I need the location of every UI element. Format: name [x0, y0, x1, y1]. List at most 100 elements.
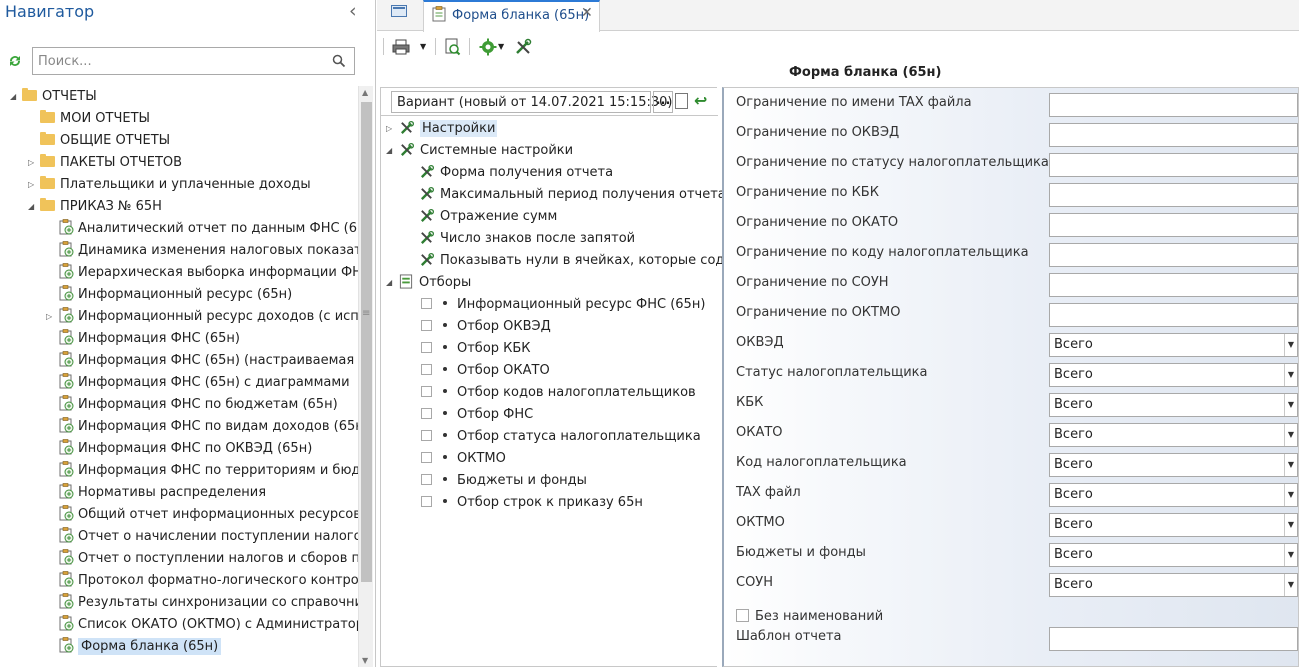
filter-item[interactable]: Бюджеты и фонды	[421, 470, 587, 492]
filter-checkbox[interactable]	[421, 430, 432, 441]
parameter-select[interactable]: Всего ▼	[1049, 513, 1298, 537]
restriction-input[interactable]	[1049, 213, 1298, 237]
settings-item[interactable]: ◢ Отборы	[386, 272, 471, 294]
tree-report-item[interactable]: Динамика изменения налоговых показателей	[58, 240, 358, 262]
parameter-select[interactable]: Всего ▼	[1049, 483, 1298, 507]
filter-item[interactable]: Отбор статуса налогоплательщика	[421, 426, 701, 448]
filter-item[interactable]: Отбор ОКВЭД	[421, 316, 551, 338]
expand-arrow-icon[interactable]: ◢	[28, 196, 34, 218]
settings-item[interactable]: Отражение сумм	[419, 206, 557, 228]
tree-report-item[interactable]: Иерархическая выборка информации ФНС (6	[58, 262, 358, 284]
tree-report-item[interactable]: Список ОКАТО (ОКТМО) с Администраторам	[58, 614, 358, 636]
dropdown-arrow-icon[interactable]: ▼	[1284, 544, 1297, 566]
expand-arrow-icon[interactable]: ◢	[386, 140, 392, 162]
filter-item[interactable]: Отбор кодов налогоплательщиков	[421, 382, 696, 404]
template-input[interactable]	[1049, 627, 1298, 651]
dropdown-arrow-icon[interactable]: ▼	[1284, 364, 1297, 386]
no-names-checkbox[interactable]: Без наименований	[736, 609, 883, 624]
restriction-input[interactable]	[1049, 273, 1298, 297]
print-icon[interactable]	[391, 37, 411, 57]
filter-item[interactable]: Отбор КБК	[421, 338, 531, 360]
filter-checkbox[interactable]	[421, 298, 432, 309]
settings-item[interactable]: Число знаков после запятой	[419, 228, 635, 250]
close-icon[interactable]: ✕	[581, 5, 593, 21]
restriction-input[interactable]	[1049, 153, 1298, 177]
dropdown-arrow-icon[interactable]: ▼	[1284, 424, 1297, 446]
tree-report-item[interactable]: Информация ФНС по видам доходов (65н)	[58, 416, 358, 438]
filter-checkbox[interactable]	[421, 496, 432, 507]
tree-report-item[interactable]: Информация ФНС по ОКВЭД (65н)	[58, 438, 312, 460]
tree-folder[interactable]: МОИ ОТЧЕТЫ	[40, 108, 150, 130]
tree-report-item[interactable]: Нормативы распределения	[58, 482, 266, 504]
restriction-input[interactable]	[1049, 243, 1298, 267]
variant-select-button[interactable]: ...	[653, 91, 673, 113]
tree-folder[interactable]: ОБЩИЕ ОТЧЕТЫ	[40, 130, 170, 152]
parameter-select[interactable]: Всего ▼	[1049, 573, 1298, 597]
filter-item[interactable]: Отбор строк к приказу 65н	[421, 492, 643, 514]
filter-checkbox[interactable]	[421, 342, 432, 353]
parameter-select[interactable]: Всего ▼	[1049, 333, 1298, 357]
parameter-select[interactable]: Всего ▼	[1049, 543, 1298, 567]
tree-report-item[interactable]: Результаты синхронизации со справочникам…	[58, 592, 358, 614]
tree-report-item[interactable]: Информация ФНС по бюджетам (65н)	[58, 394, 338, 416]
tree-report-item[interactable]: Аналитический отчет по данным ФНС (65н)	[58, 218, 358, 240]
settings-gear-icon[interactable]	[478, 37, 498, 57]
filter-checkbox[interactable]	[421, 474, 432, 485]
dropdown-arrow-icon[interactable]: ▼	[1284, 484, 1297, 506]
dropdown-arrow-icon[interactable]: ▼	[1284, 394, 1297, 416]
checkbox-box[interactable]	[736, 609, 749, 622]
dropdown-arrow-icon[interactable]: ▼	[1284, 334, 1297, 356]
scroll-up-icon[interactable]: ▲	[362, 88, 368, 97]
collapse-arrow-icon[interactable]: ▷	[386, 118, 392, 140]
filter-item[interactable]: Отбор ОКАТО	[421, 360, 550, 382]
tools-icon[interactable]	[513, 37, 533, 57]
export-icon[interactable]	[442, 37, 462, 57]
tree-report-item[interactable]: Отчет о поступлении налогов и сборов по …	[58, 548, 358, 570]
parameter-select[interactable]: Всего ▼	[1049, 453, 1298, 477]
collapse-arrow-icon[interactable]: ▷	[28, 152, 34, 174]
dropdown-arrow-icon[interactable]: ▼	[1284, 514, 1297, 536]
chevron-left-icon[interactable]: ‹	[349, 0, 357, 22]
tab-home[interactable]	[377, 0, 422, 31]
tree-folder[interactable]: ▷ Плательщики и уплаченные доходы	[28, 174, 311, 196]
tree-report-item[interactable]: Общий отчет информационных ресурсов дох	[58, 504, 358, 526]
new-document-icon[interactable]	[675, 93, 688, 109]
scroll-down-icon[interactable]: ▼	[362, 656, 368, 665]
tree-report-item[interactable]: Информация ФНС по территориям и бюджет	[58, 460, 358, 482]
scrollbar-thumb[interactable]	[361, 102, 372, 582]
tree-folder[interactable]: ◢ ПРИКАЗ № 65Н	[28, 196, 162, 218]
settings-item[interactable]: Форма получения отчета	[419, 162, 613, 184]
filter-item[interactable]: Отбор ФНС	[421, 404, 533, 426]
parameter-select[interactable]: Всего ▼	[1049, 393, 1298, 417]
filter-checkbox[interactable]	[421, 320, 432, 331]
settings-item[interactable]: Показывать нули в ячейках, которые соде	[419, 250, 732, 272]
dropdown-arrow-icon[interactable]: ▼	[1284, 454, 1297, 476]
tree-report-item[interactable]: Отчет о начислении поступлении налогов, …	[58, 526, 358, 548]
filter-item[interactable]: Информационный ресурс ФНС (65н)	[421, 294, 705, 316]
undo-arrow-icon[interactable]: ↩	[694, 91, 707, 110]
settings-item[interactable]: ▷ Настройки	[386, 118, 498, 140]
tree-report-item[interactable]: Форма бланка (65н)	[58, 636, 222, 658]
variant-field[interactable]: Вариант (новый от 14.07.2021 15:15:30)	[391, 91, 672, 113]
collapse-arrow-icon[interactable]: ▷	[28, 174, 34, 196]
print-dropdown-icon[interactable]: ▼	[420, 42, 426, 62]
filter-checkbox[interactable]	[421, 364, 432, 375]
tree-report-item[interactable]: ▷ Информационный ресурс доходов (с исполь…	[46, 306, 358, 328]
settings-dropdown-icon[interactable]: ▼	[498, 42, 504, 62]
tree-scrollbar[interactable]: ▲ ≡ ▼	[358, 86, 373, 667]
tree-folder[interactable]: ▷ ПАКЕТЫ ОТЧЕТОВ	[28, 152, 182, 174]
tab-form-blank[interactable]: Форма бланка (65н) ✕	[423, 0, 600, 32]
search-icon[interactable]	[332, 54, 346, 68]
restriction-input[interactable]	[1049, 303, 1298, 327]
dropdown-arrow-icon[interactable]: ▼	[1284, 574, 1297, 596]
restriction-input[interactable]	[1049, 123, 1298, 147]
expand-arrow-icon[interactable]: ◢	[10, 86, 16, 108]
restriction-input[interactable]	[1049, 93, 1298, 117]
filter-item[interactable]: ОКТМО	[421, 448, 506, 470]
filter-checkbox[interactable]	[421, 452, 432, 463]
parameter-select[interactable]: Всего ▼	[1049, 363, 1298, 387]
settings-item[interactable]: ◢ Системные настройки	[386, 140, 573, 162]
collapse-arrow-icon[interactable]: ▷	[46, 306, 52, 328]
expand-arrow-icon[interactable]: ◢	[386, 272, 392, 294]
parameter-select[interactable]: Всего ▼	[1049, 423, 1298, 447]
